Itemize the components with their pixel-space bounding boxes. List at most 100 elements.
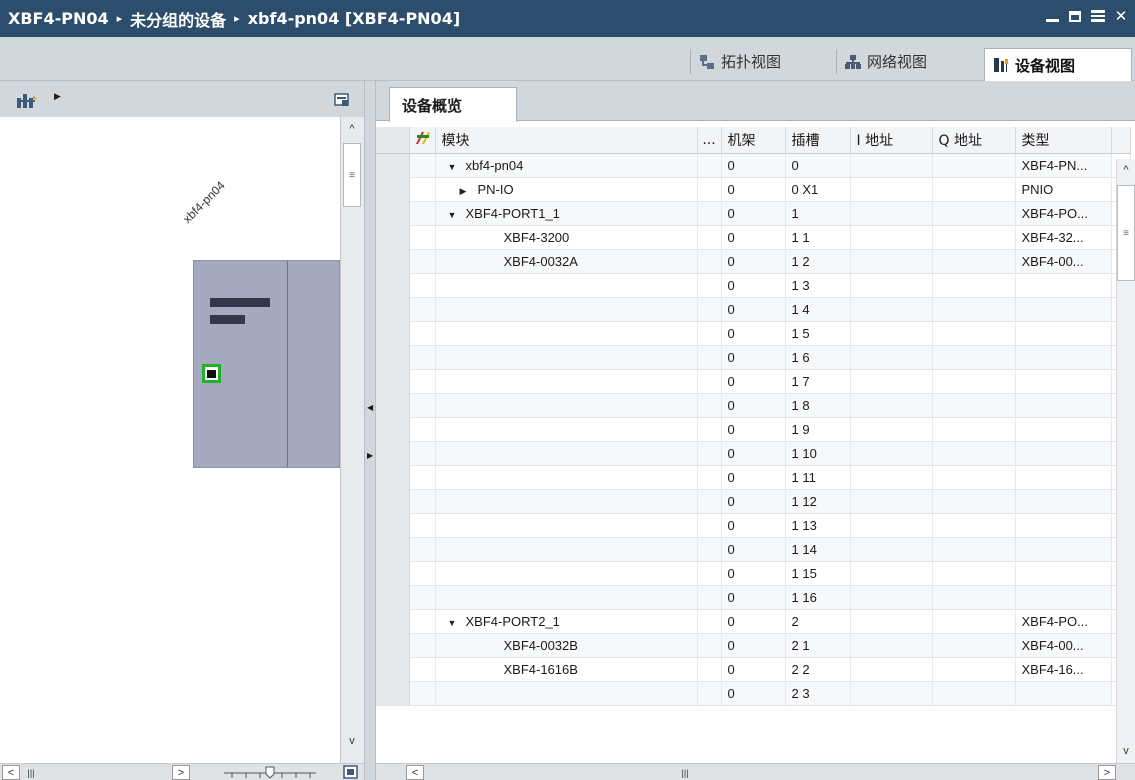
row-gutter[interactable] bbox=[376, 225, 410, 250]
i-address-cell[interactable] bbox=[850, 177, 933, 202]
rack-cell[interactable]: 0 bbox=[721, 393, 786, 418]
slot-cell[interactable]: 1 bbox=[785, 201, 851, 226]
breadcrumb-project[interactable]: XBF4-PN04 bbox=[8, 9, 109, 28]
slot-cell[interactable]: 1 8 bbox=[785, 393, 851, 418]
module-cell[interactable] bbox=[435, 441, 698, 466]
row-gutter[interactable] bbox=[376, 201, 410, 226]
q-address-cell[interactable] bbox=[932, 369, 1016, 394]
table-row[interactable]: 01 5 bbox=[376, 321, 1131, 346]
q-address-cell[interactable] bbox=[932, 441, 1016, 466]
column-header-i-address[interactable]: I 地址 bbox=[850, 127, 933, 154]
i-address-cell[interactable] bbox=[850, 537, 933, 562]
row-gutter[interactable] bbox=[376, 393, 410, 418]
rack-cell[interactable]: 0 bbox=[721, 249, 786, 274]
type-cell[interactable] bbox=[1015, 345, 1112, 370]
tab-device-overview[interactable]: 设备概览 bbox=[389, 87, 517, 122]
row-gutter[interactable] bbox=[376, 633, 410, 658]
module-cell[interactable] bbox=[435, 393, 698, 418]
slot-cell[interactable]: 2 2 bbox=[785, 657, 851, 682]
slot-cell[interactable]: 1 2 bbox=[785, 249, 851, 274]
close-button[interactable]: ✕ bbox=[1113, 6, 1129, 26]
module-cell[interactable] bbox=[435, 297, 698, 322]
table-horizontal-scrollbar[interactable]: < ||| > bbox=[376, 763, 1135, 780]
canvas-vertical-scrollbar[interactable]: ^ ≡ v bbox=[340, 117, 364, 763]
q-address-cell[interactable] bbox=[932, 225, 1016, 250]
scroll-up-button[interactable]: ^ bbox=[343, 121, 361, 136]
table-row[interactable]: 01 9 bbox=[376, 417, 1131, 442]
pane-splitter[interactable]: ◀ ▶ bbox=[364, 81, 376, 780]
column-header-q-address[interactable]: Q 地址 bbox=[932, 127, 1016, 154]
tab-network-view[interactable]: 网络视图 bbox=[836, 49, 935, 74]
table-row[interactable]: ▼ XBF4-PORT1_1 0 1 XBF4-PO... bbox=[376, 201, 1131, 226]
module-cell[interactable]: XBF4-3200 bbox=[435, 225, 698, 250]
rack-cell[interactable]: 0 bbox=[721, 537, 786, 562]
i-address-cell[interactable] bbox=[850, 225, 933, 250]
rack-cell[interactable]: 0 bbox=[721, 609, 786, 634]
module-cell[interactable] bbox=[435, 345, 698, 370]
restore-button[interactable] bbox=[1067, 6, 1083, 26]
type-cell[interactable] bbox=[1015, 465, 1112, 490]
slot-cell[interactable]: 2 3 bbox=[785, 681, 851, 706]
table-row[interactable]: 01 12 bbox=[376, 489, 1131, 514]
rack-select-icon[interactable] bbox=[16, 92, 38, 110]
i-address-cell[interactable] bbox=[850, 657, 933, 682]
rack-cell[interactable]: 0 bbox=[721, 417, 786, 442]
q-address-cell[interactable] bbox=[932, 321, 1016, 346]
tab-device-view[interactable]: 设备视图 bbox=[984, 48, 1132, 81]
q-address-cell[interactable] bbox=[932, 513, 1016, 538]
q-address-cell[interactable] bbox=[932, 345, 1016, 370]
h-scroll-left-button[interactable]: < bbox=[2, 765, 20, 780]
column-header-slot[interactable]: 插槽 bbox=[785, 127, 851, 154]
i-address-cell[interactable] bbox=[850, 417, 933, 442]
rack-cell[interactable]: 0 bbox=[721, 513, 786, 538]
column-header-module[interactable]: 模块 bbox=[435, 127, 698, 154]
i-address-cell[interactable] bbox=[850, 441, 933, 466]
slot-cell[interactable]: 1 16 bbox=[785, 585, 851, 610]
i-address-cell[interactable] bbox=[850, 345, 933, 370]
rack-cell[interactable]: 0 bbox=[721, 681, 786, 706]
scroll-down-button[interactable]: v bbox=[1117, 743, 1135, 758]
type-cell[interactable] bbox=[1015, 513, 1112, 538]
column-header-more[interactable]: ... bbox=[697, 127, 722, 154]
rack-cell[interactable]: 0 bbox=[721, 201, 786, 226]
port-icon[interactable] bbox=[202, 364, 221, 383]
q-address-cell[interactable] bbox=[932, 609, 1016, 634]
rack-cell[interactable]: 0 bbox=[721, 177, 786, 202]
i-address-cell[interactable] bbox=[850, 489, 933, 514]
row-gutter[interactable] bbox=[376, 417, 410, 442]
type-cell[interactable] bbox=[1015, 369, 1112, 394]
h-scroll-grip[interactable]: ||| bbox=[22, 765, 40, 780]
type-cell[interactable]: PNIO bbox=[1015, 177, 1112, 202]
type-cell[interactable]: XBF4-16... bbox=[1015, 657, 1112, 682]
q-address-cell[interactable] bbox=[932, 489, 1016, 514]
row-gutter[interactable] bbox=[376, 249, 410, 274]
q-address-cell[interactable] bbox=[932, 417, 1016, 442]
module-cell[interactable] bbox=[435, 489, 698, 514]
module-cell[interactable]: ▶ PN-IO bbox=[435, 177, 698, 202]
slot-cell[interactable]: 1 7 bbox=[785, 369, 851, 394]
type-cell[interactable]: XBF4-PO... bbox=[1015, 609, 1112, 634]
table-row[interactable]: 01 10 bbox=[376, 441, 1131, 466]
row-gutter[interactable] bbox=[376, 537, 410, 562]
table-row[interactable]: XBF4-0032B 0 2 1 XBF4-00... bbox=[376, 633, 1131, 658]
slot-cell[interactable]: 1 10 bbox=[785, 441, 851, 466]
rack-cell[interactable]: 0 bbox=[721, 633, 786, 658]
module-cell[interactable] bbox=[435, 513, 698, 538]
i-address-cell[interactable] bbox=[850, 249, 933, 274]
slot-cell[interactable]: 1 15 bbox=[785, 561, 851, 586]
scroll-up-button[interactable]: ^ bbox=[1117, 162, 1135, 177]
module-cell[interactable] bbox=[435, 561, 698, 586]
column-header-type[interactable]: 类型 bbox=[1015, 127, 1112, 154]
i-address-cell[interactable] bbox=[850, 297, 933, 322]
q-address-cell[interactable] bbox=[932, 393, 1016, 418]
table-row[interactable]: 01 16 bbox=[376, 585, 1131, 610]
rack-cell[interactable]: 0 bbox=[721, 465, 786, 490]
slot-cell[interactable]: 2 bbox=[785, 609, 851, 634]
table-row[interactable]: 01 13 bbox=[376, 513, 1131, 538]
table-row[interactable]: 01 14 bbox=[376, 537, 1131, 562]
i-address-cell[interactable] bbox=[850, 465, 933, 490]
h-scroll-left-button[interactable]: < bbox=[406, 765, 424, 780]
module-cell[interactable]: XBF4-0032B bbox=[435, 633, 698, 658]
i-address-cell[interactable] bbox=[850, 609, 933, 634]
module-cell[interactable] bbox=[435, 681, 698, 706]
